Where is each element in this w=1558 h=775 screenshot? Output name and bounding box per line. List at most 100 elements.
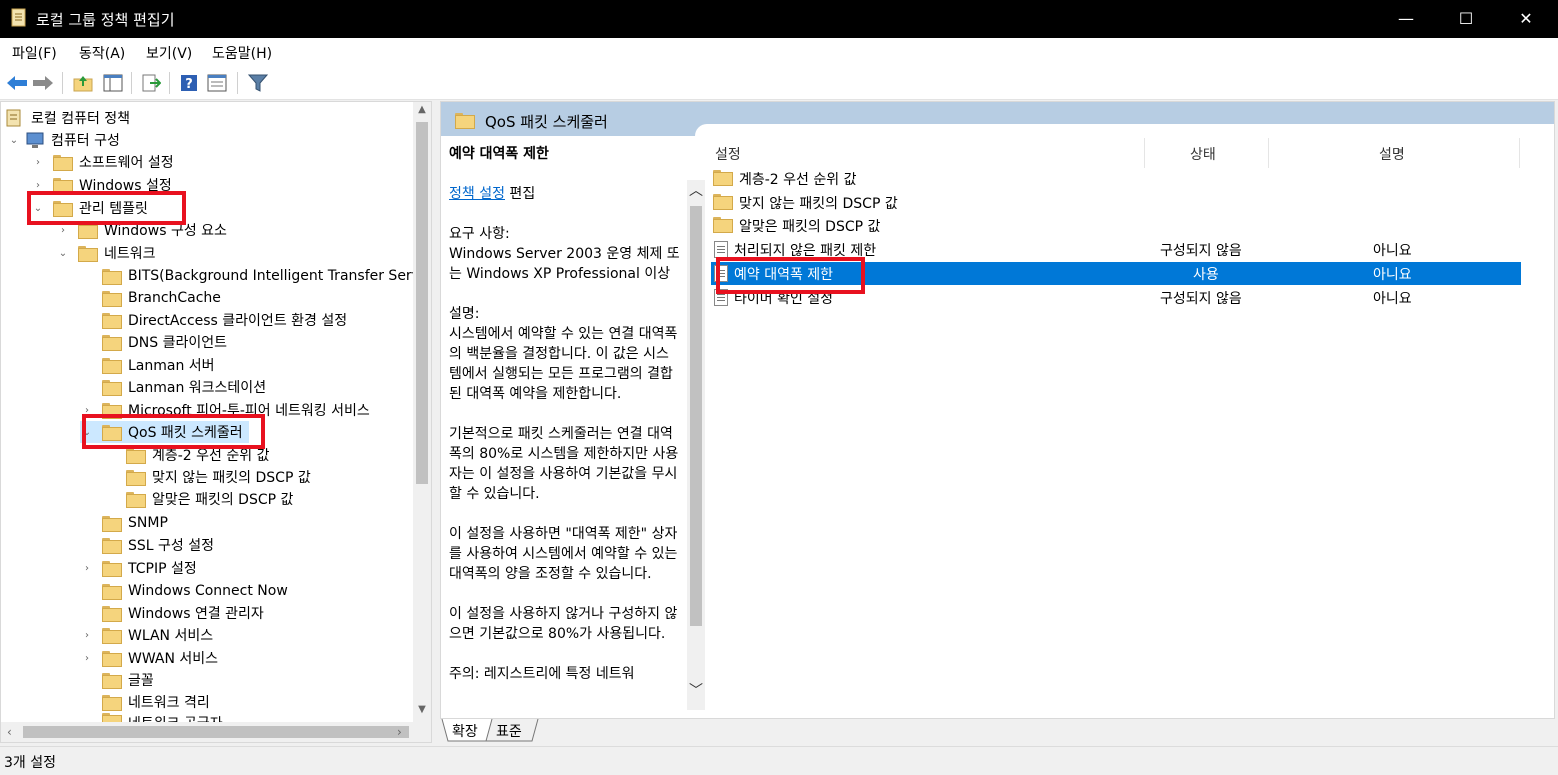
menu-action[interactable]: 동작(A) [79, 43, 125, 63]
column-header-comment[interactable]: 설명 [1379, 144, 1405, 164]
policy-setting-icon [714, 241, 728, 258]
folder-icon [102, 291, 122, 307]
scroll-down-icon[interactable]: ﹀ [689, 680, 703, 700]
tree-item-p2p[interactable]: › Microsoft 피어-투-피어 네트워킹 서비스 [80, 399, 370, 421]
description-paragraph: 기본적으로 패킷 스케줄러는 연결 대역폭의 80%로 시스템을 제한하지만 사… [449, 426, 679, 502]
toolbar-separator [237, 72, 238, 94]
chevron-right-icon[interactable]: › [80, 405, 94, 416]
tree-item-ssl[interactable]: SSL 구성 설정 [102, 534, 214, 556]
list-row[interactable]: 알맞은 패킷의 DSCP 값 [711, 214, 1521, 237]
tree-item-connection-manager[interactable]: Windows 연결 관리자 [102, 602, 264, 624]
list-row[interactable]: 계층-2 우선 순위 값 [711, 167, 1521, 190]
list-row[interactable]: 타이머 확인 설정 구성되지 않음 아니요 [711, 286, 1521, 309]
scroll-thumb[interactable] [690, 206, 702, 626]
tree-item-label: 컴퓨터 구성 [51, 133, 120, 149]
computer-icon [26, 132, 44, 148]
tree-item-windows-components[interactable]: › Windows 구성 요소 [56, 219, 227, 241]
chevron-right-icon[interactable]: › [80, 630, 94, 641]
chevron-right-icon[interactable]: › [80, 653, 94, 664]
chevron-down-icon[interactable]: ⌄ [31, 203, 45, 214]
tree-item-tcpip[interactable]: › TCPIP 설정 [80, 557, 197, 579]
column-header-state[interactable]: 상태 [1190, 144, 1216, 164]
menu-file[interactable]: 파일(F) [12, 43, 57, 63]
tree-horizontal-scrollbar[interactable]: ‹ › [1, 722, 431, 742]
tree-item-fonts[interactable]: 글꼴 [102, 669, 154, 691]
description-body: 설명: 시스템에서 예약할 수 있는 연결 대역폭의 백분율을 결정합니다. 이 … [449, 304, 681, 404]
maximize-button[interactable]: ☐ [1440, 0, 1492, 38]
tree-item-network[interactable]: ⌄ 네트워크 [56, 242, 156, 264]
policy-setting-icon [714, 265, 728, 282]
tree-item-branchcache[interactable]: BranchCache [102, 287, 221, 309]
close-button[interactable]: ✕ [1500, 0, 1552, 38]
tab-extended[interactable]: 확장 [452, 719, 478, 743]
tree-item-layer2-priority[interactable]: 계층-2 우선 순위 값 [126, 444, 269, 466]
show-hide-tree-icon[interactable] [101, 71, 125, 95]
chevron-right-icon[interactable]: › [31, 157, 45, 168]
folder-icon [102, 628, 122, 644]
tree-item-label: 네트워크 [104, 246, 156, 262]
chevron-down-icon[interactable]: ⌄ [7, 135, 21, 146]
tree-item-windows-settings[interactable]: › Windows 설정 [31, 174, 172, 196]
forward-icon[interactable] [31, 71, 55, 95]
list-row-selected[interactable]: 예약 대역폭 제한 사용 아니요 [711, 262, 1521, 285]
status-bar: 3개 설정 [0, 746, 1558, 775]
tree-item-snmp[interactable]: SNMP [102, 512, 168, 534]
export-list-icon[interactable] [139, 71, 163, 95]
chevron-right-icon[interactable]: › [31, 180, 45, 191]
scroll-thumb[interactable] [23, 726, 409, 738]
tree-item-dscp-conforming[interactable]: 알맞은 패킷의 DSCP 값 [126, 488, 293, 510]
column-header-setting[interactable]: 설정 [715, 144, 741, 164]
list-row[interactable]: 맞지 않는 패킷의 DSCP 값 [711, 191, 1521, 214]
menu-view[interactable]: 보기(V) [146, 43, 192, 63]
tree-item-label: SSL 구성 설정 [128, 538, 214, 554]
tree-item-lanman-workstation[interactable]: Lanman 워크스테이션 [102, 376, 266, 398]
chevron-right-icon[interactable]: › [80, 563, 94, 574]
tab-standard[interactable]: 표준 [496, 719, 522, 743]
scroll-left-icon[interactable]: ‹ [7, 725, 12, 739]
edit-policy-link[interactable]: 정책 설정 [449, 186, 505, 202]
tree-item-wlan[interactable]: › WLAN 서비스 [80, 624, 213, 646]
tree-vertical-scrollbar[interactable]: ▲ ▼ [413, 102, 431, 722]
scroll-up-icon[interactable]: ︿ [689, 180, 703, 200]
tree-item-windows-connect-now[interactable]: Windows Connect Now [102, 580, 288, 602]
back-icon[interactable] [5, 71, 29, 95]
tree-item-lanman-server[interactable]: Lanman 서버 [102, 354, 215, 376]
tree-item-label: 네트워크 격리 [128, 695, 210, 711]
help-icon[interactable]: ? [177, 71, 201, 95]
tree-item-computer-config[interactable]: ⌄ 컴퓨터 구성 [7, 129, 120, 151]
description-paragraph: 이 설정을 사용하면 "대역폭 제한" 상자를 사용하여 시스템에서 예약할 수… [449, 526, 678, 582]
tree-item-qos[interactable]: ⌄ QoS 패킷 스케줄러 [80, 421, 249, 443]
tree-item-wwan[interactable]: › WWAN 서비스 [80, 647, 218, 669]
tree-item-local-computer-policy[interactable]: 로컬 컴퓨터 정책 [5, 107, 130, 129]
tree-item-admin-templates[interactable]: ⌄ 관리 템플릿 [31, 197, 148, 219]
requirements-text: Windows Server 2003 운영 체제 또는 Windows XP … [449, 246, 680, 282]
tree-item-dns-client[interactable]: DNS 클라이언트 [102, 331, 227, 353]
list-row[interactable]: 처리되지 않은 패킷 제한 구성되지 않음 아니요 [711, 238, 1521, 261]
scroll-thumb[interactable] [416, 122, 428, 484]
properties-icon[interactable] [205, 71, 229, 95]
chevron-down-icon[interactable]: ⌄ [80, 427, 94, 438]
tree-item-network-isolation[interactable]: 네트워크 격리 [102, 691, 210, 713]
tree-item-dscp-nonconforming[interactable]: 맞지 않는 패킷의 DSCP 값 [126, 466, 311, 488]
row-name: 예약 대역폭 제한 [734, 267, 834, 283]
toolbar-separator [131, 72, 132, 94]
scroll-down-icon[interactable]: ▼ [415, 704, 429, 718]
menu-help[interactable]: 도움말(H) [212, 43, 272, 63]
tree-item-label: QoS 패킷 스케줄러 [128, 425, 243, 441]
tree-item-label: DNS 클라이언트 [128, 335, 227, 351]
scroll-up-icon[interactable]: ▲ [415, 104, 429, 118]
up-folder-icon[interactable] [71, 71, 95, 95]
folder-icon [102, 313, 122, 329]
scroll-right-icon[interactable]: › [397, 725, 402, 739]
row-comment: 아니요 [1373, 267, 1412, 283]
edit-policy-suffix: 편집 [504, 186, 536, 202]
description-scrollbar[interactable]: ︿ ﹀ [687, 180, 705, 710]
filter-icon[interactable] [246, 71, 270, 95]
chevron-down-icon[interactable]: ⌄ [56, 248, 70, 259]
minimize-button[interactable]: — [1380, 0, 1432, 38]
chevron-right-icon[interactable]: › [56, 225, 70, 236]
tree-item-label: WWAN 서비스 [128, 651, 219, 667]
tree-item-software-settings[interactable]: › 소프트웨어 설정 [31, 151, 174, 173]
tree-item-bits[interactable]: BITS(Background Intelligent Transfer Ser… [102, 265, 431, 287]
tree-item-directaccess[interactable]: DirectAccess 클라이언트 환경 설정 [102, 309, 347, 331]
